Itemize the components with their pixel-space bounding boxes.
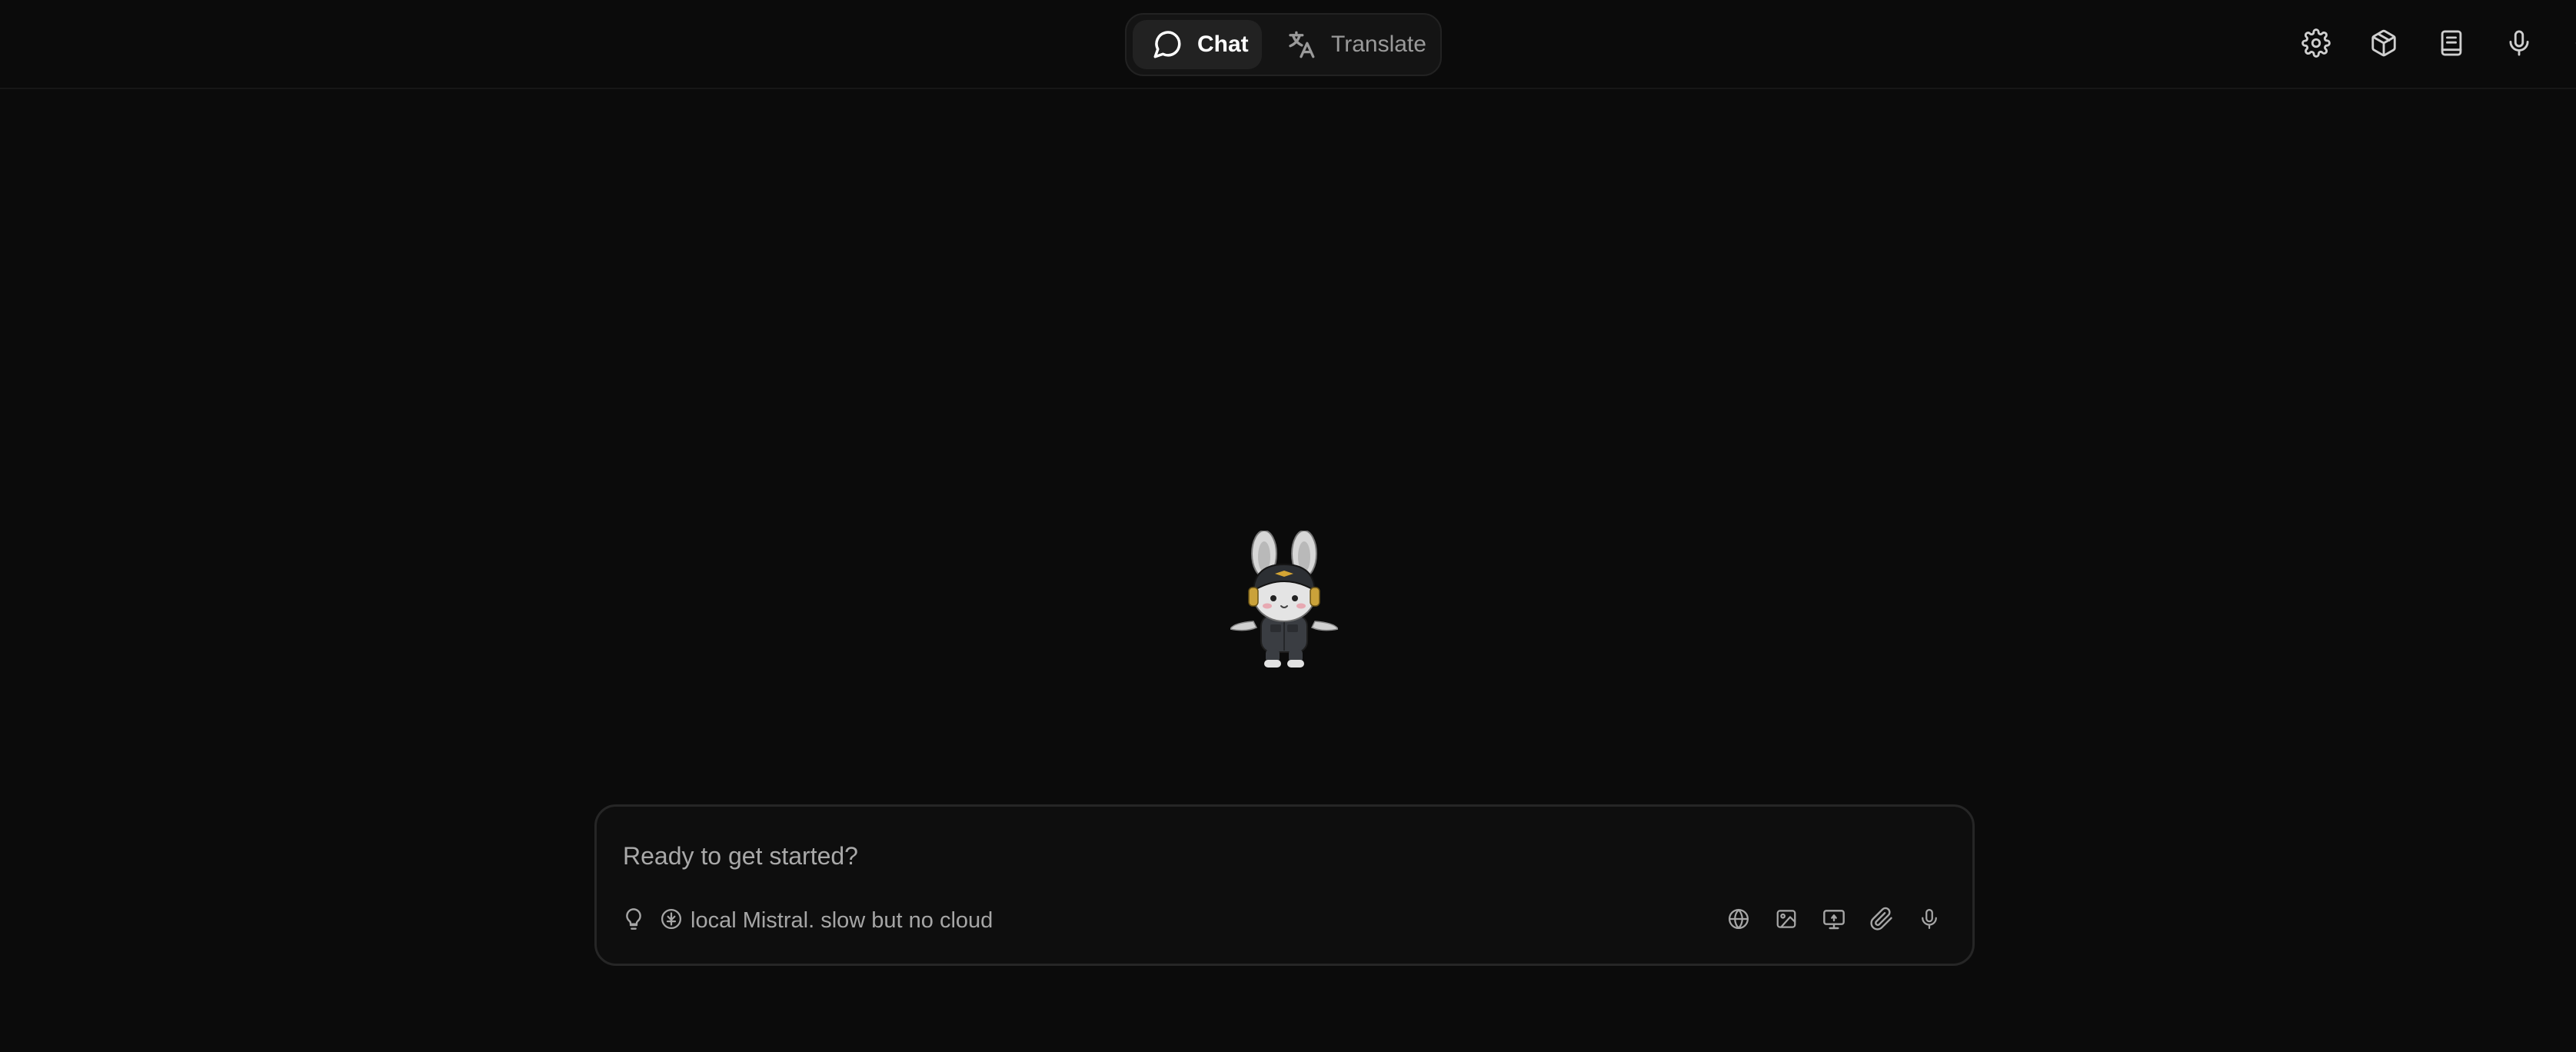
attach-file-button[interactable] xyxy=(1866,905,1897,936)
notes-button[interactable] xyxy=(2430,23,2473,66)
paperclip-icon xyxy=(1869,907,1894,935)
microphone-icon xyxy=(2504,28,2534,62)
screen-share-icon xyxy=(1822,907,1846,935)
voice-button[interactable] xyxy=(2498,23,2541,66)
image-upload-button[interactable] xyxy=(1771,905,1802,936)
model-icon xyxy=(660,907,683,934)
tab-chat-label: Chat xyxy=(1197,32,1249,57)
settings-button[interactable] xyxy=(2295,23,2338,66)
image-icon xyxy=(1775,907,1798,934)
model-label: local Mistral. slow but no cloud xyxy=(691,907,993,933)
models-button[interactable] xyxy=(2362,23,2405,66)
globe-icon xyxy=(1727,907,1750,934)
bunny-pilot-mascot xyxy=(1229,530,1340,669)
composer-right-tools xyxy=(1723,904,1945,937)
plus-icon xyxy=(2572,28,2576,62)
message-input[interactable] xyxy=(623,837,1930,874)
microphone-icon xyxy=(1918,907,1941,934)
tab-translate[interactable]: Translate xyxy=(1266,20,1445,69)
message-composer: local Mistral. slow but no cloud xyxy=(594,804,1975,966)
composer-left-tools: local Mistral. slow but no cloud xyxy=(618,904,993,937)
gear-icon xyxy=(2301,28,2331,62)
cube-icon xyxy=(2369,28,2398,62)
tab-translate-label: Translate xyxy=(1331,32,1426,57)
new-chat-button[interactable] xyxy=(2565,23,2576,66)
web-search-button[interactable] xyxy=(1723,905,1754,936)
app-window: Chat Translate Ready to get started? loc… xyxy=(0,0,2576,1052)
screen-share-button[interactable] xyxy=(1819,905,1849,936)
tab-chat[interactable]: Chat xyxy=(1133,20,1262,69)
chat-bubble-icon xyxy=(1151,28,1183,61)
lightbulb-icon xyxy=(621,907,646,935)
voice-input-button[interactable] xyxy=(1914,905,1945,936)
top-bar: Chat Translate xyxy=(0,0,2576,89)
notebook-icon xyxy=(2437,28,2466,62)
model-selector[interactable]: local Mistral. slow but no cloud xyxy=(660,907,993,934)
prompt-ideas-button[interactable] xyxy=(618,905,649,936)
translate-icon xyxy=(1285,28,1317,61)
mode-switch: Chat Translate xyxy=(1125,13,1442,76)
